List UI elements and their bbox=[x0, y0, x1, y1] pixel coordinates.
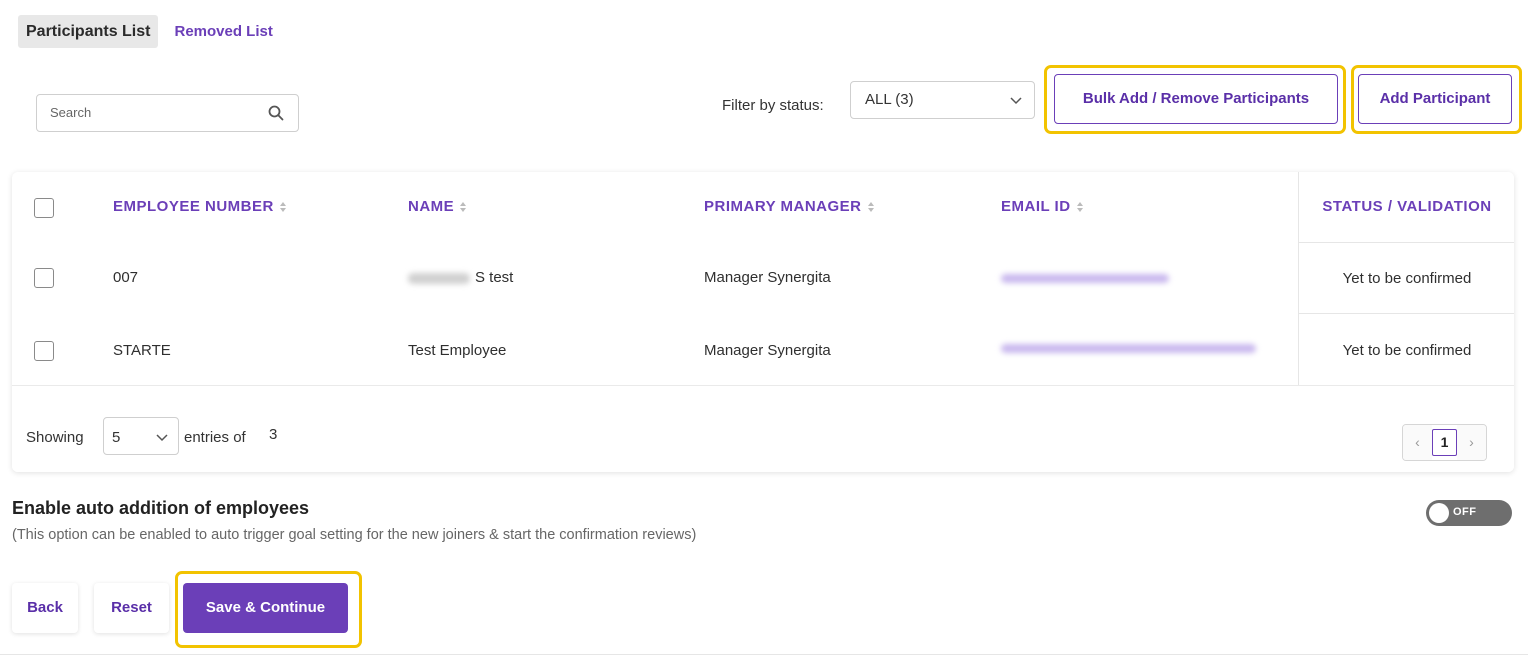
primary-manager-cell: Manager Synergita bbox=[704, 269, 831, 286]
name-cell: Test Employee bbox=[408, 342, 507, 359]
row-checkbox[interactable] bbox=[34, 341, 54, 361]
chevron-down-icon bbox=[156, 434, 168, 442]
select-all-checkbox[interactable] bbox=[34, 198, 54, 218]
column-header-status-validation: STATUS / VALIDATION bbox=[1322, 198, 1492, 215]
column-header-label: PRIMARY MANAGER bbox=[704, 198, 862, 215]
status-filter-select[interactable]: ALL (3) bbox=[850, 81, 1035, 119]
redacted-email bbox=[1001, 274, 1169, 283]
auto-addition-title: Enable auto addition of employees bbox=[12, 498, 310, 518]
filter-label: Filter by status: bbox=[722, 97, 824, 114]
page-size-select[interactable]: 5 bbox=[103, 417, 179, 455]
back-button[interactable]: Back bbox=[12, 583, 78, 633]
name-cell: S test bbox=[475, 269, 514, 286]
search-icon[interactable] bbox=[268, 105, 284, 121]
prev-page-button[interactable]: ‹ bbox=[1403, 425, 1432, 460]
column-header-name[interactable]: NAME bbox=[408, 198, 467, 215]
divider bbox=[0, 654, 1528, 655]
redacted-name bbox=[408, 273, 470, 284]
search-box[interactable] bbox=[36, 94, 299, 132]
column-header-primary-manager[interactable]: PRIMARY MANAGER bbox=[704, 198, 875, 215]
save-and-continue-button[interactable]: Save & Continue bbox=[183, 583, 348, 633]
table-footer: Showing 5 entries of 3 ‹ 1 › bbox=[12, 385, 1514, 472]
column-header-label: EMAIL ID bbox=[1001, 198, 1071, 215]
showing-label: Showing bbox=[26, 429, 84, 446]
page-size-value: 5 bbox=[112, 429, 121, 446]
toggle-state-label: OFF bbox=[1453, 506, 1477, 518]
tab-removed-list[interactable]: Removed List bbox=[174, 23, 272, 40]
auto-addition-description: (This option can be enabled to auto trig… bbox=[12, 527, 697, 543]
pagination: ‹ 1 › bbox=[1402, 424, 1487, 461]
participants-table: EMPLOYEE NUMBER NAME PRIMARY MANAGER EMA… bbox=[12, 172, 1514, 472]
sort-icon bbox=[1076, 202, 1083, 213]
page-button-current[interactable]: 1 bbox=[1432, 429, 1457, 456]
entries-total: 3 bbox=[269, 426, 278, 443]
table-row: 007 S test Manager Synergita bbox=[12, 242, 1514, 313]
row-checkbox[interactable] bbox=[34, 268, 54, 288]
tab-participants-list[interactable]: Participants List bbox=[18, 15, 159, 48]
status-filter-value: ALL (3) bbox=[865, 91, 914, 108]
reset-button[interactable]: Reset bbox=[94, 583, 169, 633]
redacted-email bbox=[1001, 344, 1256, 353]
column-header-label: EMPLOYEE NUMBER bbox=[113, 198, 274, 215]
column-header-email-id[interactable]: EMAIL ID bbox=[1001, 198, 1084, 215]
employee-number-cell: STARTE bbox=[113, 342, 171, 359]
toggle-knob bbox=[1429, 503, 1449, 523]
bulk-add-remove-button[interactable]: Bulk Add / Remove Participants bbox=[1054, 74, 1338, 124]
add-participant-button[interactable]: Add Participant bbox=[1358, 74, 1512, 124]
search-input[interactable] bbox=[50, 105, 250, 120]
sort-icon bbox=[279, 202, 286, 213]
sort-icon bbox=[867, 202, 874, 213]
employee-number-cell: 007 bbox=[113, 269, 139, 286]
sort-icon bbox=[460, 202, 467, 213]
column-header-employee-number[interactable]: EMPLOYEE NUMBER bbox=[113, 198, 287, 215]
auto-addition-toggle[interactable]: OFF bbox=[1426, 500, 1512, 526]
next-page-button[interactable]: › bbox=[1457, 425, 1486, 460]
column-header-label: NAME bbox=[408, 198, 455, 215]
tab-bar: Participants List Removed List bbox=[18, 15, 273, 48]
primary-manager-cell: Manager Synergita bbox=[704, 342, 831, 359]
table-row: STARTE Test Employee Manager Synergita bbox=[12, 313, 1514, 385]
table-header-row: EMPLOYEE NUMBER NAME PRIMARY MANAGER EMA… bbox=[12, 172, 1514, 242]
chevron-down-icon bbox=[1010, 97, 1022, 105]
entries-of-label: entries of bbox=[184, 429, 246, 446]
